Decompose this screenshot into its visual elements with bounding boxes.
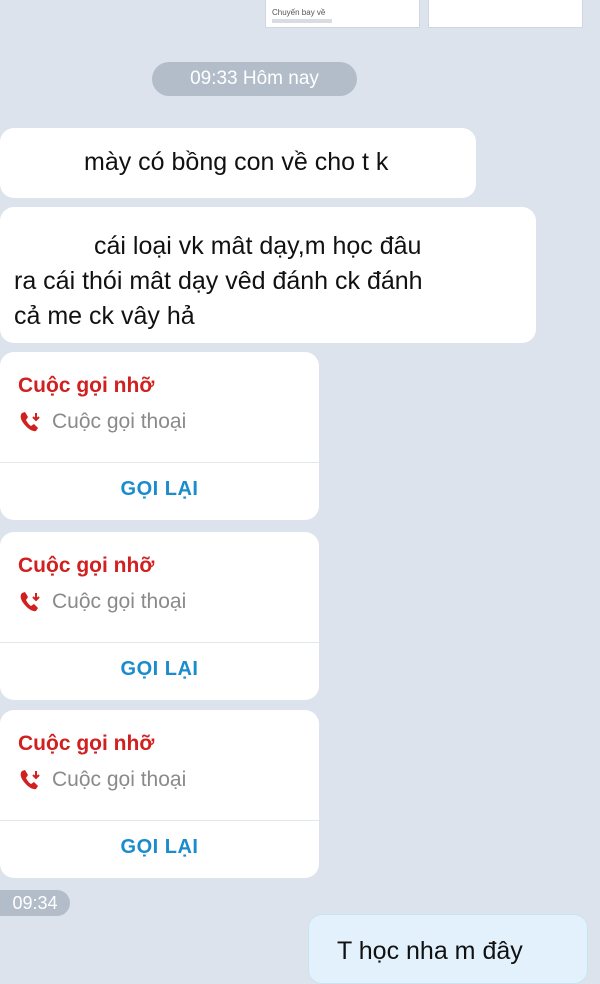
divider bbox=[0, 820, 319, 821]
message-text: T học nha m đây bbox=[337, 937, 523, 965]
missed-call-title: Cuộc gọi nhỡ bbox=[18, 732, 155, 755]
call-type: Cuộc gọi thoại bbox=[18, 768, 186, 792]
missed-call-card: Cuộc gọi nhỡ Cuộc gọi thoại GỌI LẠI bbox=[0, 352, 319, 520]
outgoing-message[interactable]: T học nha m đây bbox=[308, 914, 588, 984]
incoming-message[interactable]: cái loại vk mât dạy,m học đâu ra cái thó… bbox=[0, 207, 536, 343]
shared-link-title: Chuyến bay về bbox=[272, 8, 326, 17]
missed-call-title: Cuộc gọi nhỡ bbox=[18, 554, 155, 577]
divider bbox=[0, 642, 319, 643]
timestamp-divider: 09:34 bbox=[0, 890, 70, 916]
missed-call-icon bbox=[20, 770, 40, 790]
incoming-message[interactable]: mày có bồng con về cho t k bbox=[0, 128, 476, 198]
message-text: cái loại vk mât dạy,m học đâu ra cái thó… bbox=[14, 232, 423, 330]
call-type: Cuộc gọi thoại bbox=[18, 590, 186, 614]
missed-call-icon bbox=[20, 412, 40, 432]
shared-link-subtitle bbox=[272, 19, 332, 23]
timestamp-divider: 09:33 Hôm nay bbox=[152, 62, 357, 96]
divider bbox=[0, 462, 319, 463]
call-back-button[interactable]: GỌI LẠI bbox=[0, 658, 319, 681]
missed-call-title: Cuộc gọi nhỡ bbox=[18, 374, 155, 397]
shared-link-card-2[interactable] bbox=[428, 0, 583, 28]
call-back-button[interactable]: GỌI LẠI bbox=[0, 836, 319, 859]
message-text: mày có bồng con về cho t k bbox=[84, 148, 389, 176]
call-type: Cuộc gọi thoại bbox=[18, 410, 186, 434]
missed-call-card: Cuộc gọi nhỡ Cuộc gọi thoại GỌI LẠI bbox=[0, 532, 319, 700]
missed-call-icon bbox=[20, 592, 40, 612]
missed-call-card: Cuộc gọi nhỡ Cuộc gọi thoại GỌI LẠI bbox=[0, 710, 319, 878]
call-back-button[interactable]: GỌI LẠI bbox=[0, 478, 319, 501]
shared-link-card[interactable]: Chuyến bay về bbox=[265, 0, 420, 28]
